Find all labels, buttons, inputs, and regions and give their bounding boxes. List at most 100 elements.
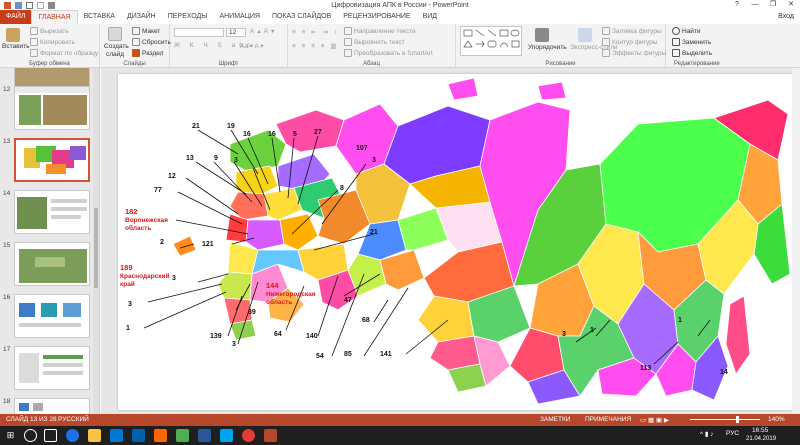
paste-button[interactable]: Вставить bbox=[2, 43, 30, 50]
tab-home[interactable]: ГЛАВНАЯ bbox=[31, 10, 78, 24]
edge-icon[interactable] bbox=[66, 429, 79, 442]
notes-button[interactable]: ЗАМЕТКИ bbox=[540, 416, 570, 423]
grow-font-button[interactable]: A ▲ A ▼ bbox=[250, 28, 275, 35]
align-buttons[interactable]: ≡ ≡ ≡ ≡ ▥ bbox=[292, 42, 339, 50]
thumbnail-image bbox=[14, 86, 90, 130]
arrange-button[interactable]: Упорядочить bbox=[528, 44, 567, 51]
windows-start-icon[interactable]: ⊞ bbox=[4, 429, 17, 442]
reset-button[interactable]: Сбросить bbox=[132, 38, 171, 46]
map-number: 1 bbox=[126, 325, 130, 332]
login-link[interactable]: Вход bbox=[778, 13, 794, 20]
map-number-highlight: 182 bbox=[125, 207, 138, 216]
shape-outline-button[interactable]: Контур фигуры bbox=[602, 38, 657, 46]
select-button[interactable]: Выделить bbox=[672, 49, 712, 57]
maximize-button[interactable]: ❐ bbox=[764, 0, 782, 10]
search-icon bbox=[672, 27, 680, 35]
thumbnails-scrollbar[interactable] bbox=[93, 68, 99, 414]
slide-thumbnail-15[interactable]: 15 bbox=[0, 240, 99, 290]
map-number: 5 bbox=[293, 131, 297, 138]
find-button[interactable]: Найти bbox=[672, 27, 701, 35]
align-text-button[interactable]: Выровнять текст bbox=[344, 38, 405, 46]
map-number: 9 bbox=[214, 155, 218, 162]
map-number: 21 bbox=[370, 229, 378, 236]
app-icon[interactable] bbox=[154, 429, 167, 442]
tab-insert[interactable]: ВСТАВКА bbox=[78, 10, 121, 24]
tab-review[interactable]: РЕЦЕНЗИРОВАНИЕ bbox=[337, 10, 416, 24]
tab-file[interactable]: ФАЙЛ bbox=[0, 10, 32, 24]
slide-thumbnail-18[interactable]: 18 bbox=[0, 396, 99, 414]
redo-icon[interactable] bbox=[37, 1, 44, 9]
search-icon[interactable] bbox=[24, 429, 37, 442]
shapes-gallery-icons bbox=[463, 29, 520, 48]
system-tray[interactable]: ^ ▮ ♪ bbox=[700, 430, 714, 438]
minimize-button[interactable]: — bbox=[746, 0, 764, 10]
shape-fill-button[interactable]: Заливка фигуры bbox=[602, 27, 662, 35]
slide-scrollbar[interactable] bbox=[792, 68, 800, 414]
section-icon bbox=[132, 49, 140, 57]
tab-transitions[interactable]: ПЕРЕХОДЫ bbox=[162, 10, 214, 24]
tab-slideshow[interactable]: ПОКАЗ СЛАЙДОВ bbox=[266, 10, 337, 24]
region-novosibirsk bbox=[417, 295, 475, 343]
undo-icon[interactable] bbox=[26, 1, 33, 9]
yandex-icon[interactable] bbox=[242, 429, 255, 442]
close-button[interactable]: ✕ bbox=[782, 0, 800, 10]
text-direction-button[interactable]: Направление текста bbox=[344, 27, 416, 35]
tab-view[interactable]: ВИД bbox=[417, 10, 443, 24]
slide-thumbnail-17[interactable]: 17 bbox=[0, 344, 99, 394]
map-number: 16 bbox=[243, 131, 251, 138]
map-number: 3 bbox=[562, 331, 566, 338]
zoom-level[interactable]: 140% bbox=[768, 416, 785, 423]
mail-icon[interactable] bbox=[132, 429, 145, 442]
skype-icon[interactable] bbox=[220, 429, 233, 442]
comments-button[interactable]: ПРИМЕЧАНИЯ bbox=[585, 416, 631, 423]
slides-group: Создать слайд Макет Сбросить Раздел Слай… bbox=[100, 24, 171, 68]
drawing-label: Рисование bbox=[545, 61, 576, 67]
copy-button[interactable]: Копировать bbox=[30, 38, 75, 46]
task-view-icon[interactable] bbox=[44, 429, 57, 442]
map-number: 85 bbox=[344, 351, 352, 358]
smartart-button[interactable]: Преобразовать в SmartArt bbox=[344, 49, 433, 57]
title-bar: Цифровизация АПК в России - PowerPoint ?… bbox=[0, 0, 800, 10]
tab-design[interactable]: ДИЗАЙН bbox=[121, 10, 162, 24]
help-button[interactable]: ? bbox=[728, 0, 746, 10]
keyboard-language[interactable]: РУС bbox=[726, 430, 739, 437]
new-slide-button-line2[interactable]: слайд bbox=[106, 51, 124, 58]
slideshow-icon[interactable] bbox=[48, 1, 55, 9]
tab-animation[interactable]: АНИМАЦИЯ bbox=[213, 10, 266, 24]
paragraph-label: Абзац bbox=[363, 61, 380, 67]
slide-thumbnail-13[interactable]: 13 bbox=[0, 136, 99, 186]
font-group: 12 A ▲ A ▼ Ж К Ч S abc Aa ▾ A ▾ Шрифт bbox=[170, 24, 288, 68]
scrollbar-thumb[interactable] bbox=[94, 208, 98, 288]
layout-button[interactable]: Макет bbox=[132, 27, 160, 35]
word-icon[interactable] bbox=[198, 429, 211, 442]
slide-thumbnail-12[interactable]: 12 bbox=[0, 84, 99, 134]
cursor-icon bbox=[672, 49, 680, 57]
view-buttons[interactable]: ▭ ▦ ▣ ▶ bbox=[640, 416, 669, 424]
font-name-input[interactable] bbox=[174, 28, 224, 37]
slide-canvas[interactable]: 21 19 16 16 5 27 107 13 9 3 3 12 77 8 18… bbox=[118, 74, 792, 410]
cut-button[interactable]: Вырезать bbox=[30, 27, 69, 35]
shape-effects-button[interactable]: Эффекты фигуры bbox=[602, 49, 666, 57]
font-color-button[interactable]: Aa ▾ A ▾ bbox=[240, 42, 264, 50]
zoom-slider-knob[interactable] bbox=[736, 416, 739, 423]
font-size-input[interactable]: 12 bbox=[226, 28, 246, 37]
format-painter-button[interactable]: Формат по образцу bbox=[30, 49, 98, 57]
section-button[interactable]: Раздел bbox=[132, 49, 163, 57]
clock-time[interactable]: 16:55 bbox=[752, 427, 768, 434]
slide-thumbnail-14[interactable]: 14 bbox=[0, 188, 99, 238]
shapes-gallery[interactable] bbox=[460, 26, 522, 56]
store-icon[interactable] bbox=[110, 429, 123, 442]
clock-date[interactable]: 21.04.2019 bbox=[746, 436, 776, 442]
slide-thumbnail-16[interactable]: 16 bbox=[0, 292, 99, 342]
replace-button[interactable]: Заменить bbox=[672, 38, 711, 46]
ribbon: Вставить Вырезать Копировать Формат по о… bbox=[0, 24, 800, 68]
new-slide-button[interactable]: Создать bbox=[104, 43, 129, 50]
zoom-slider[interactable] bbox=[690, 419, 760, 420]
map-number: 140 bbox=[306, 333, 318, 340]
language-indicator[interactable]: РУССКИЙ bbox=[58, 416, 89, 423]
app2-icon[interactable] bbox=[176, 429, 189, 442]
powerpoint-taskbar-icon[interactable] bbox=[264, 429, 277, 442]
save-icon[interactable] bbox=[15, 1, 22, 9]
list-buttons[interactable]: ≡ ≡ ⇤ ⇥ ↕ bbox=[292, 28, 339, 36]
explorer-icon[interactable] bbox=[88, 429, 101, 442]
